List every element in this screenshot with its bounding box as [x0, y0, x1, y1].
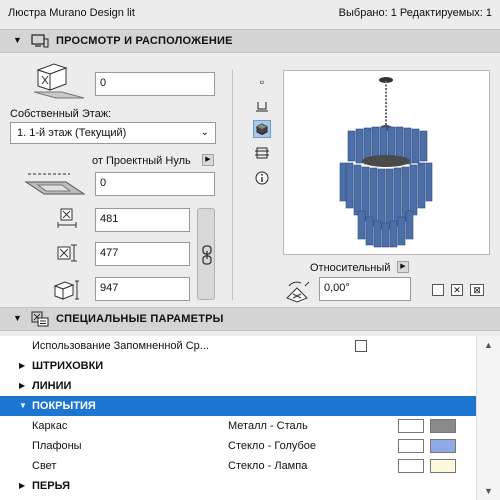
surface-swatch-blank[interactable] — [398, 459, 424, 473]
relative-menu-arrow-icon[interactable]: ▶ — [397, 261, 409, 273]
reference-menu-arrow-icon[interactable]: ▶ — [202, 154, 214, 166]
surface-value[interactable]: Стекло - Лампа — [228, 460, 307, 472]
width-icon — [57, 208, 77, 228]
home-story-value: 1. 1-й этаж (Текущий) — [17, 127, 127, 139]
section-title-params: СПЕЦИАЛЬНЫЕ ПАРАМЕТРЫ — [56, 313, 224, 325]
preview-section-icon — [31, 34, 49, 48]
divider — [232, 70, 233, 300]
section-header-params[interactable]: ▼ СПЕЦИАЛЬНЫЕ ПАРАМЕТРЫ — [0, 307, 500, 331]
plan-view-icon[interactable]: ▫ — [253, 73, 271, 91]
expand-arrow-icon[interactable]: ▶ — [19, 481, 25, 490]
elevation-field[interactable]: 0 — [95, 72, 215, 96]
depth-icon — [57, 244, 77, 262]
elevation-box-icon — [33, 63, 85, 99]
chandelier-preview-image — [339, 77, 433, 248]
height-field[interactable]: 947 — [95, 277, 190, 301]
use-stored-label: Использование Запомненной Ср... — [32, 340, 209, 352]
mirror-off-checkbox[interactable] — [432, 284, 444, 296]
surface-name: Каркас — [32, 420, 68, 432]
surface-color-swatch[interactable] — [430, 439, 456, 453]
home-story-select[interactable]: 1. 1-й этаж (Текущий) ⌄ — [10, 122, 216, 144]
surface-value[interactable]: Стекло - Голубое — [228, 440, 316, 452]
surface-name: Плафоны — [32, 440, 82, 452]
group-label: ШТРИХОВКИ — [32, 360, 104, 372]
group-pens[interactable]: ▶ ПЕРЬЯ — [0, 476, 476, 496]
angle-field[interactable]: 0,00° — [319, 277, 411, 301]
group-label: ЛИНИИ — [32, 380, 72, 392]
expand-arrow-icon[interactable]: ▶ — [19, 361, 25, 370]
window-title: Люстра Murano Design lit — [8, 7, 135, 19]
list-scrollbar[interactable]: ▲ ▼ — [476, 336, 500, 500]
preview-window — [283, 70, 490, 255]
parameters-section-icon — [31, 311, 49, 327]
group-label: ПЕРЬЯ — [32, 480, 70, 492]
use-stored-checkbox[interactable] — [355, 340, 367, 352]
surface-swatch-blank[interactable] — [398, 419, 424, 433]
surface-swatch-blank[interactable] — [398, 439, 424, 453]
expand-arrow-icon[interactable]: ▶ — [19, 381, 25, 390]
width-field[interactable]: 481 — [95, 208, 190, 232]
collapse-chevron-icon[interactable]: ▼ — [13, 313, 22, 323]
selection-status: Выбрано: 1 Редактируемых: 1 — [338, 7, 492, 19]
surface-color-swatch[interactable] — [430, 419, 456, 433]
scroll-down-icon[interactable]: ▼ — [484, 486, 493, 496]
home-story-label: Собственный Этаж: — [10, 108, 112, 120]
link-proportions-button[interactable] — [197, 208, 215, 300]
rotation-angle-icon — [286, 281, 310, 303]
mirror-mode-button[interactable]: ⊠ — [470, 284, 484, 296]
group-lines[interactable]: ▶ ЛИНИИ — [0, 376, 476, 396]
scroll-up-icon[interactable]: ▲ — [484, 340, 493, 350]
mirror-x-checkbox[interactable]: ✕ — [451, 284, 463, 296]
table-row[interactable]: Плафоны Стекло - Голубое — [0, 436, 476, 456]
chevron-down-icon: ⌄ — [200, 127, 209, 138]
3d-view-icon[interactable] — [253, 120, 271, 138]
group-surfaces[interactable]: ▼ ПОКРЫТИЯ — [0, 396, 476, 416]
section-title-preview: ПРОСМОТР И РАСПОЛОЖЕНИЕ — [56, 35, 233, 47]
depth-field[interactable]: 477 — [95, 242, 190, 266]
height-icon — [53, 280, 79, 300]
surface-color-swatch[interactable] — [430, 459, 456, 473]
collapse-arrow-icon[interactable]: ▼ — [19, 401, 27, 410]
side-view-icon[interactable] — [253, 97, 271, 115]
collapse-chevron-icon[interactable]: ▼ — [13, 35, 22, 45]
surface-name: Свет — [32, 460, 57, 472]
chain-link-icon — [202, 245, 212, 265]
info-icon[interactable] — [253, 169, 271, 187]
reference-elevation-field[interactable]: 0 — [95, 172, 215, 196]
section-header-preview[interactable]: ▼ ПРОСМОТР И РАСПОЛОЖЕНИЕ — [0, 29, 500, 53]
list-item[interactable]: Использование Запомненной Ср... — [0, 336, 476, 356]
reference-elevation-icon — [24, 173, 86, 195]
title-bar: Люстра Murano Design lit Выбрано: 1 Реда… — [0, 0, 500, 28]
group-label: ПОКРЫТИЯ — [32, 400, 96, 412]
table-row[interactable]: Каркас Металл - Сталь — [0, 416, 476, 436]
section-view-icon[interactable] — [253, 144, 271, 162]
surface-value[interactable]: Металл - Сталь — [228, 420, 308, 432]
group-hatches[interactable]: ▶ ШТРИХОВКИ — [0, 356, 476, 376]
reference-level-label: от Проектный Нуль — [92, 155, 191, 167]
table-row[interactable]: Свет Стекло - Лампа — [0, 456, 476, 476]
relative-label: Относительный — [310, 262, 391, 274]
parameter-list[interactable]: Использование Запомненной Ср... ▶ ШТРИХО… — [0, 336, 500, 500]
